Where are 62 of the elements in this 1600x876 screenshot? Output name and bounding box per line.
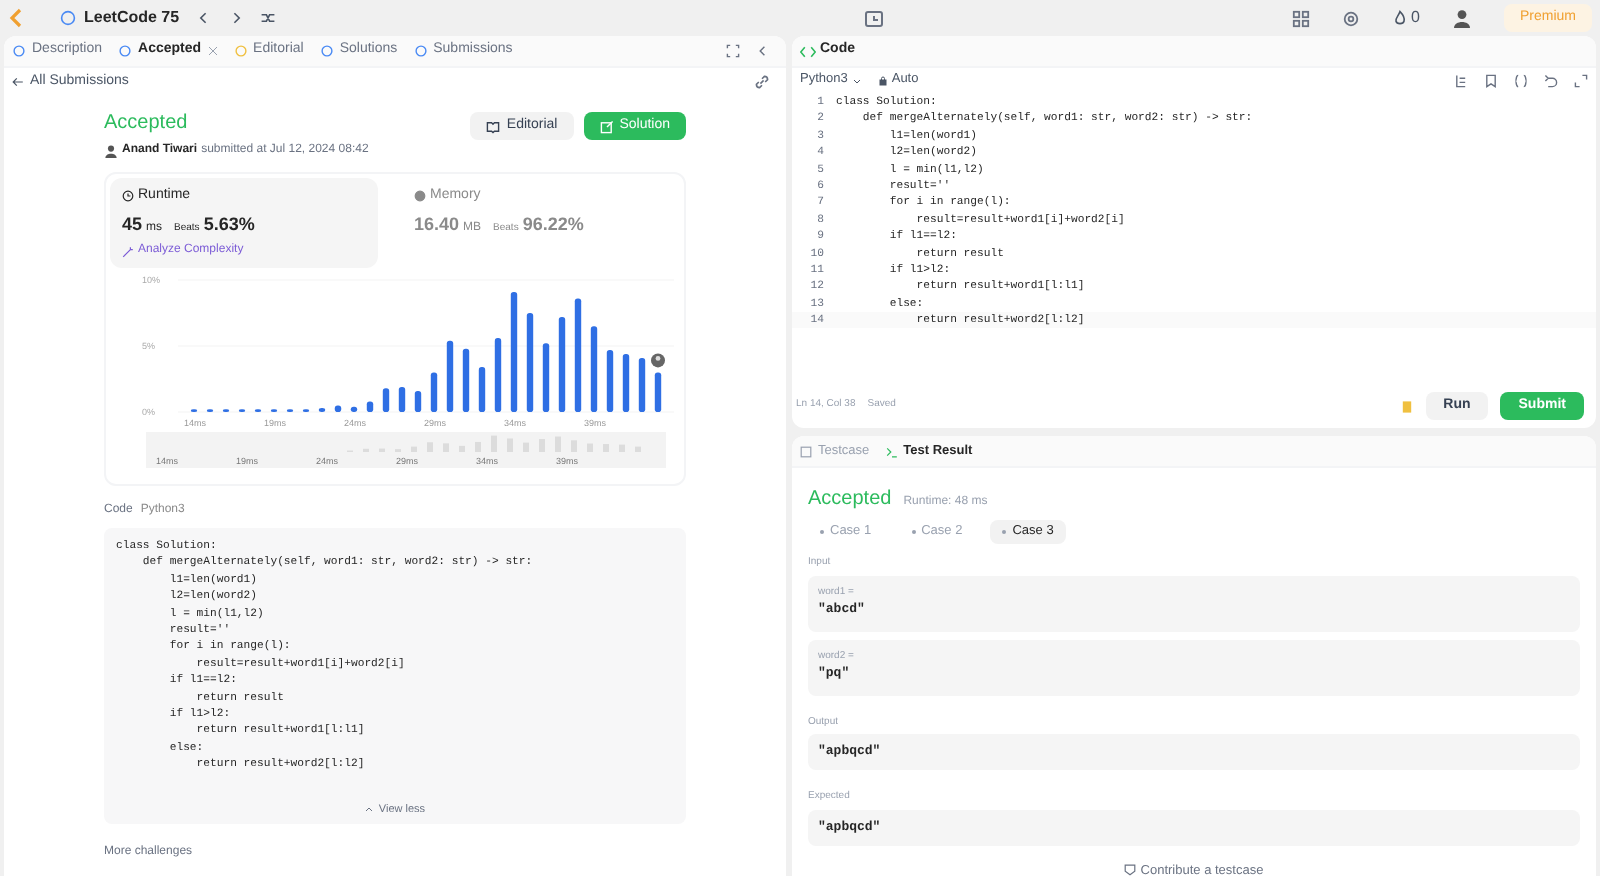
bookmark-icon[interactable] [1484,73,1498,87]
result-status: Accepted [808,486,892,514]
undo-icon[interactable] [1544,73,1558,87]
bar[interactable] [414,390,422,412]
bar[interactable] [494,338,502,412]
grid-icon[interactable] [1291,9,1310,27]
user-marker-icon [651,353,665,368]
bar[interactable] [510,291,518,412]
arrow-left-icon [12,76,24,88]
fullscreen-icon[interactable] [1574,73,1588,87]
code-icon [800,43,816,59]
wand-icon [122,245,134,257]
bar[interactable] [478,367,486,412]
bar[interactable] [638,357,646,412]
format-icon[interactable] [1454,73,1468,87]
bar[interactable] [590,326,598,412]
bar[interactable] [398,386,406,412]
submission-status: Accepted [104,110,190,138]
bar[interactable] [350,406,358,412]
bar[interactable] [366,401,374,412]
bar[interactable] [446,340,454,412]
bar[interactable] [430,372,438,412]
list-icon [60,10,76,26]
lock-icon [877,75,888,85]
tab-icon [319,44,334,58]
shield-icon [1124,864,1137,876]
metric-value: 16.40 [414,211,460,237]
clock-icon [122,190,134,203]
avatar-icon[interactable] [1451,8,1472,28]
beats-value: 5.63% [203,211,255,237]
bar[interactable] [462,348,470,412]
metric-value: 45 [122,211,143,237]
bar[interactable] [654,372,662,412]
tab-icon [12,44,26,58]
tab-icon [413,44,428,58]
edit-icon [599,119,614,133]
streak-counter[interactable]: 0 [1391,6,1420,30]
bar[interactable] [606,349,614,412]
tab-icon [233,44,248,58]
user-icon [104,144,118,158]
timer-icon[interactable] [863,8,884,28]
braces-icon[interactable] [1514,73,1528,87]
checkbox-icon [800,445,812,457]
shuffle-icon[interactable] [259,10,276,26]
book-icon [486,119,501,133]
bar[interactable] [526,313,534,412]
bar[interactable] [542,343,550,412]
collapse-icon[interactable] [756,44,770,58]
problem-list-button[interactable]: LeetCode 75 [60,6,180,30]
tab-icon [118,44,133,58]
terminal-icon [885,445,898,457]
bar[interactable] [382,388,390,412]
bar[interactable] [622,353,630,412]
close-icon[interactable] [207,46,218,56]
bar[interactable] [574,298,582,412]
settings-icon[interactable] [1341,9,1360,27]
share-icon[interactable] [754,74,770,90]
bar[interactable] [334,405,342,412]
beats-value: 96.22% [522,211,584,237]
chevron-left-icon[interactable] [195,10,212,26]
bar[interactable] [558,316,566,412]
expand-icon[interactable] [726,44,740,58]
